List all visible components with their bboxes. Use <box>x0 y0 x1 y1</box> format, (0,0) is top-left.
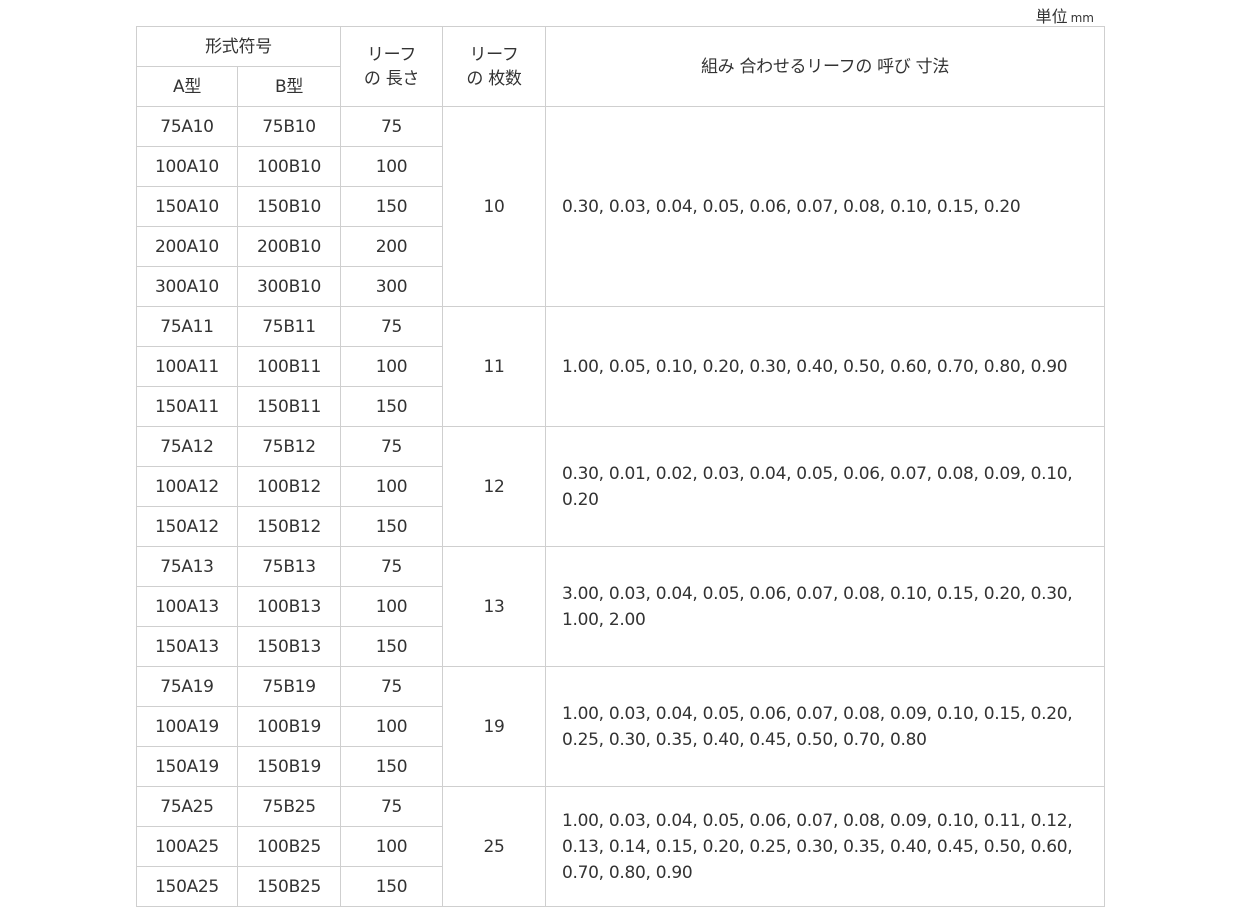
cell-type-b-code: 100B13 <box>237 586 341 627</box>
cell-type-b-code: 300B10 <box>237 266 341 307</box>
cell-type-b-code: 150B25 <box>237 866 341 907</box>
cell-type-b-code: 200B10 <box>237 226 341 267</box>
header-leaf-count-line2: の 枚数 <box>466 68 522 89</box>
cell-leaf-length: 75 <box>340 106 443 147</box>
cell-leaf-length: 100 <box>340 826 443 867</box>
cell-type-b-code: 100B19 <box>237 706 341 747</box>
header-model-code: 形式符号 <box>136 26 341 67</box>
cell-leaf-length: 100 <box>340 466 443 507</box>
cell-type-a-code: 75A12 <box>136 426 238 467</box>
cell-type-a-code: 75A25 <box>136 786 238 827</box>
cell-type-a-code: 75A19 <box>136 666 238 707</box>
cell-leaf-count: 11 <box>442 306 546 427</box>
cell-type-b-code: 75B13 <box>237 546 341 587</box>
table-row: 75A25 75B25 75 25 1.00, 0.03, 0.04, 0.05, 0.… <box>136 786 1105 907</box>
cell-type-b-code: 150B10 <box>237 186 341 227</box>
cell-type-a-code: 150A13 <box>136 626 238 667</box>
header-leaf-count-line1: リーフ <box>469 44 519 65</box>
cell-type-a-code: 75A13 <box>136 546 238 587</box>
unit-label: 単位 mm <box>1036 3 1094 27</box>
header-type-a: A型 <box>136 66 238 107</box>
cell-type-a-code: 100A25 <box>136 826 238 867</box>
cell-leaf-count: 25 <box>442 786 546 907</box>
cell-type-b-code: 75B10 <box>237 106 341 147</box>
cell-type-b-code: 75B12 <box>237 426 341 467</box>
cell-leaf-length: 300 <box>340 266 443 307</box>
cell-type-b-code: 100B25 <box>237 826 341 867</box>
cell-leaf-length: 150 <box>340 626 443 667</box>
cell-leaf-length: 75 <box>340 426 443 467</box>
cell-type-a-code: 100A19 <box>136 706 238 747</box>
header-combination-sizes: 組み 合わせるリーフの 呼び 寸法 <box>545 26 1105 107</box>
cell-combination-sizes: 3.00, 0.03, 0.04, 0.05, 0.06, 0.07, 0.08… <box>545 546 1105 667</box>
cell-type-a-code: 200A10 <box>136 226 238 267</box>
cell-type-b-code: 75B25 <box>237 786 341 827</box>
unit-value: mm <box>1070 11 1094 25</box>
cell-leaf-count: 13 <box>442 546 546 667</box>
cell-type-b-code: 100B11 <box>237 346 341 387</box>
unit-label-text: 単位 <box>1035 7 1068 26</box>
cell-leaf-length: 100 <box>340 706 443 747</box>
cell-type-b-code: 150B13 <box>237 626 341 667</box>
table-row: 75A11 75B11 75 11 1.00, 0.05, 0.10, 0.20, 0.… <box>136 306 1105 427</box>
table-row: 75A10 75B10 75 10 0.30, 0.03, 0.04, 0.05, 0.… <box>136 106 1105 307</box>
cell-leaf-length: 150 <box>340 746 443 787</box>
cell-type-b-code: 150B19 <box>237 746 341 787</box>
cell-leaf-length: 150 <box>340 186 443 227</box>
cell-type-a-code: 75A10 <box>136 106 238 147</box>
cell-leaf-length: 75 <box>340 546 443 587</box>
cell-leaf-length: 75 <box>340 306 443 347</box>
cell-type-b-code: 100B10 <box>237 146 341 187</box>
cell-type-a-code: 75A11 <box>136 306 238 347</box>
cell-type-b-code: 75B19 <box>237 666 341 707</box>
cell-type-a-code: 150A11 <box>136 386 238 427</box>
cell-type-a-code: 100A13 <box>136 586 238 627</box>
cell-type-a-code: 150A25 <box>136 866 238 907</box>
cell-type-b-code: 75B11 <box>237 306 341 347</box>
cell-type-a-code: 100A12 <box>136 466 238 507</box>
cell-type-a-code: 150A19 <box>136 746 238 787</box>
cell-type-a-code: 150A10 <box>136 186 238 227</box>
cell-type-b-code: 150B11 <box>237 386 341 427</box>
cell-leaf-length: 150 <box>340 506 443 547</box>
cell-leaf-length: 75 <box>340 666 443 707</box>
cell-combination-sizes: 0.30, 0.01, 0.02, 0.03, 0.04, 0.05, 0.06… <box>545 426 1105 547</box>
cell-leaf-length: 100 <box>340 346 443 387</box>
cell-leaf-length: 150 <box>340 866 443 907</box>
cell-combination-sizes: 1.00, 0.05, 0.10, 0.20, 0.30, 0.40, 0.50… <box>545 306 1105 427</box>
cell-leaf-count: 19 <box>442 666 546 787</box>
cell-type-a-code: 150A12 <box>136 506 238 547</box>
cell-combination-sizes: 1.00, 0.03, 0.04, 0.05, 0.06, 0.07, 0.08… <box>545 666 1105 787</box>
cell-type-a-code: 100A10 <box>136 146 238 187</box>
cell-leaf-length: 150 <box>340 386 443 427</box>
cell-leaf-length: 100 <box>340 146 443 187</box>
cell-type-b-code: 150B12 <box>237 506 341 547</box>
header-leaf-length-line1: リーフ <box>366 44 417 65</box>
table-body: 75A10 75B10 75 10 0.30, 0.03, 0.04, 0.05, 0.… <box>136 106 1105 907</box>
header-leaf-length-line2: の 長さ <box>363 68 420 89</box>
feeler-gauge-spec-table: 形式符号 リーフ の 長さ リーフ の 枚数 組み 合わせるリーフの 呼び 寸法… <box>136 26 1105 907</box>
cell-leaf-length: 100 <box>340 586 443 627</box>
cell-type-b-code: 100B12 <box>237 466 341 507</box>
table-header: 形式符号 リーフ の 長さ リーフ の 枚数 組み 合わせるリーフの 呼び 寸法… <box>136 26 1105 107</box>
cell-combination-sizes: 0.30, 0.03, 0.04, 0.05, 0.06, 0.07, 0.08… <box>545 106 1105 307</box>
table-row: 75A12 75B12 75 12 0.30, 0.01, 0.02, 0.03, 0.… <box>136 426 1105 547</box>
cell-type-a-code: 300A10 <box>136 266 238 307</box>
header-type-b: B型 <box>237 66 341 107</box>
cell-leaf-count: 10 <box>442 106 546 307</box>
cell-leaf-length: 75 <box>340 786 443 827</box>
cell-leaf-count: 12 <box>442 426 546 547</box>
header-leaf-count: リーフ の 枚数 <box>442 26 546 107</box>
cell-leaf-length: 200 <box>340 226 443 267</box>
table-row: 75A13 75B13 75 13 3.00, 0.03, 0.04, 0.05, 0.… <box>136 546 1105 667</box>
cell-type-a-code: 100A11 <box>136 346 238 387</box>
cell-combination-sizes: 1.00, 0.03, 0.04, 0.05, 0.06, 0.07, 0.08… <box>545 786 1105 907</box>
header-leaf-length: リーフ の 長さ <box>340 26 443 107</box>
table-row: 75A19 75B19 75 19 1.00, 0.03, 0.04, 0.05, 0.… <box>136 666 1105 787</box>
